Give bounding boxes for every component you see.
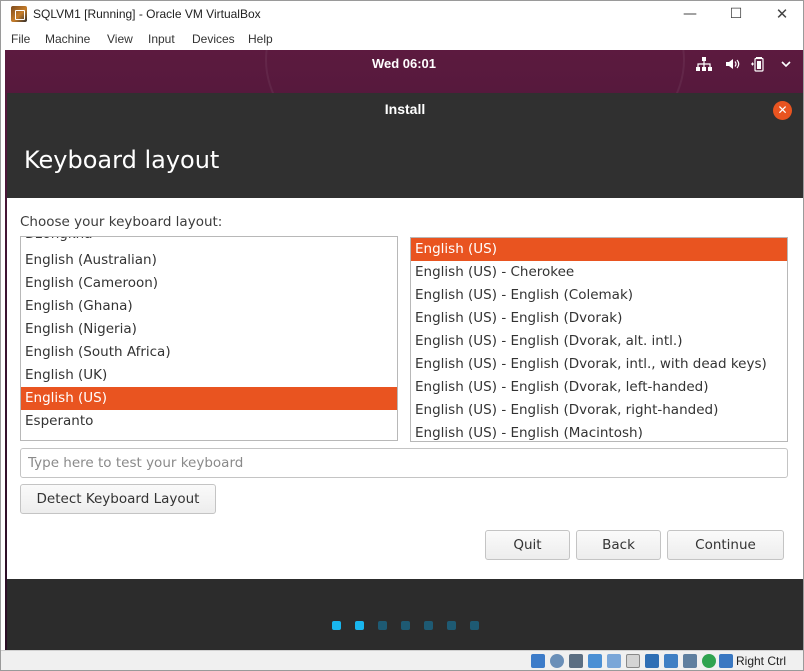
variant-option[interactable]: English (US) - English (Dvorak, left-han…	[411, 376, 787, 399]
maximize-button[interactable]: ☐	[713, 1, 759, 29]
virtualbox-window: SQLVM1 [Running] - Oracle VM VirtualBox …	[0, 0, 804, 671]
layout-option[interactable]: English (Nigeria)	[21, 318, 397, 341]
variant-option[interactable]: English (US) - Cherokee	[411, 261, 787, 284]
status-bar: Right Ctrl	[1, 650, 803, 670]
quit-button[interactable]: Quit	[485, 530, 570, 560]
progress-dot	[355, 621, 364, 630]
keyboard-test-input[interactable]	[20, 448, 788, 478]
progress-dot	[470, 621, 479, 630]
progress-dot	[332, 621, 341, 630]
cpu-icon[interactable]	[683, 654, 697, 668]
display-icon[interactable]	[645, 654, 659, 668]
installer-dialog: Install ✕ Keyboard layout Choose your ke…	[7, 93, 803, 650]
network-icon[interactable]	[695, 55, 713, 73]
minimize-button[interactable]: —	[667, 1, 713, 29]
progress-dot	[378, 621, 387, 630]
close-window-button[interactable]: ✕	[759, 1, 804, 29]
layout-option[interactable]: English (Australian)	[21, 249, 397, 272]
variant-option[interactable]: English (US) - English (Colemak)	[411, 284, 787, 307]
virtualbox-icon	[11, 6, 27, 22]
guest-desktop: Wed 06:01 Install ✕ Keyboard layout Choo…	[5, 50, 803, 650]
continue-button[interactable]: Continue	[667, 530, 784, 560]
window-title: SQLVM1 [Running] - Oracle VM VirtualBox	[33, 7, 261, 21]
layout-option-selected[interactable]: English (US)	[21, 387, 397, 410]
layout-option[interactable]: Dzongkha	[21, 237, 397, 246]
clock[interactable]: Wed 06:01	[5, 56, 803, 71]
hard-disk-icon[interactable]	[531, 654, 545, 668]
variant-option[interactable]: English (US) - English (Macintosh)	[411, 422, 787, 441]
guest-top-bar: Wed 06:01	[5, 50, 803, 78]
variant-option[interactable]: English (US) - English (Dvorak, intl., w…	[411, 353, 787, 376]
keyboard-icon[interactable]	[719, 654, 733, 668]
back-button[interactable]: Back	[576, 530, 661, 560]
dialog-header: Install ✕ Keyboard layout	[7, 93, 803, 198]
progress-dot	[401, 621, 410, 630]
audio-icon[interactable]	[569, 654, 583, 668]
dialog-title: Install	[384, 101, 426, 117]
menu-bar: File Machine View Input Devices Help	[1, 29, 803, 50]
video-capture-icon[interactable]	[664, 654, 678, 668]
keyboard-layout-list[interactable]: Dzongkha English (Australian) English (C…	[20, 236, 398, 441]
layout-option[interactable]: English (Cameroon)	[21, 272, 397, 295]
layout-option[interactable]: English (Ghana)	[21, 295, 397, 318]
network-adapter-icon[interactable]	[588, 654, 602, 668]
menu-file[interactable]: File	[11, 32, 30, 46]
layout-prompt: Choose your keyboard layout:	[20, 214, 223, 230]
progress-dot	[447, 621, 456, 630]
system-menu-chevron-icon[interactable]	[777, 55, 795, 73]
menu-help[interactable]: Help	[248, 32, 273, 46]
battery-icon[interactable]	[750, 55, 768, 73]
dialog-close-icon[interactable]: ✕	[773, 101, 792, 120]
variant-option[interactable]: English (US) - English (Dvorak, alt. int…	[411, 330, 787, 353]
usb-icon[interactable]	[607, 654, 621, 668]
page-title: Keyboard layout	[24, 146, 220, 174]
progress-footer	[7, 579, 803, 650]
progress-dot	[424, 621, 433, 630]
mouse-integration-icon[interactable]	[702, 654, 716, 668]
optical-drive-icon[interactable]	[550, 654, 564, 668]
variant-option[interactable]: English (US) - English (Dvorak, right-ha…	[411, 399, 787, 422]
menu-view[interactable]: View	[107, 32, 133, 46]
menu-machine[interactable]: Machine	[45, 32, 90, 46]
layout-option[interactable]: English (UK)	[21, 364, 397, 387]
detect-keyboard-layout-button[interactable]: Detect Keyboard Layout	[20, 484, 216, 514]
window-title-bar[interactable]: SQLVM1 [Running] - Oracle VM VirtualBox …	[1, 1, 803, 29]
layout-option[interactable]: Esperanto	[21, 410, 397, 433]
variant-option[interactable]: English (US) - English (Dvorak)	[411, 307, 787, 330]
layout-option[interactable]: English (South Africa)	[21, 341, 397, 364]
variant-option-selected[interactable]: English (US)	[411, 238, 787, 261]
menu-devices[interactable]: Devices	[192, 32, 235, 46]
menu-input[interactable]: Input	[148, 32, 175, 46]
host-key-label: Right Ctrl	[736, 654, 787, 668]
keyboard-variant-list[interactable]: English (US) English (US) - Cherokee Eng…	[410, 237, 788, 442]
volume-icon[interactable]	[724, 55, 742, 73]
shared-folders-icon[interactable]	[626, 654, 640, 668]
